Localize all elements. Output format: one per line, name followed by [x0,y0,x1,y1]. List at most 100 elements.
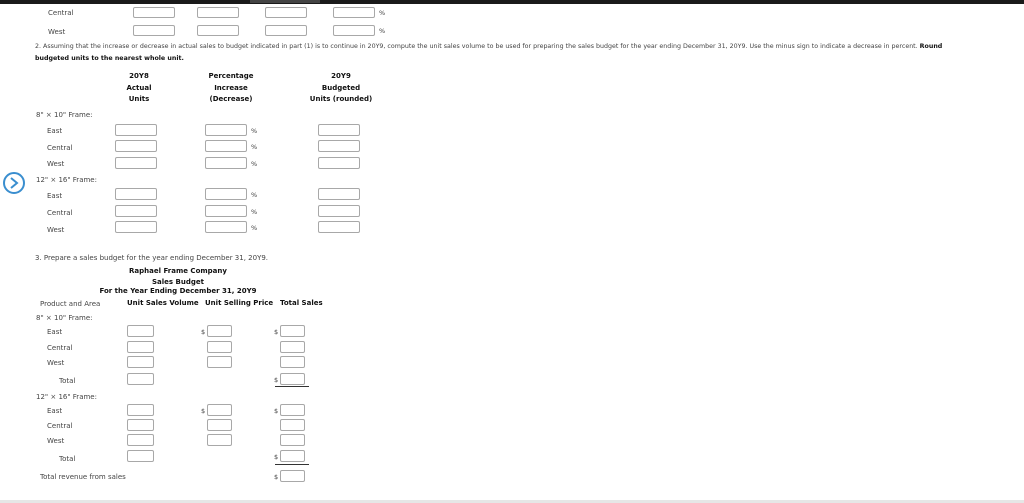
q2-12x16-central-budget-input[interactable] [318,205,360,217]
q3-8x10-east-total-input[interactable] [280,325,305,337]
q3-row-label: West [47,359,65,367]
percent-sign: % [251,160,258,168]
q3-8x10-central-total-input[interactable] [280,341,305,353]
percent-sign: % [251,127,258,135]
q1-central-diff-input[interactable] [265,7,307,18]
col-header-volume: Unit Sales Volume [127,299,199,307]
total-revenue-input[interactable] [280,470,305,482]
q3-12x16-west-total-input[interactable] [280,434,305,446]
q3-8x10-east-price-input[interactable] [207,325,232,337]
dollar-sign: $ [274,328,279,336]
report-period: For the Year Ending December 31, 20Y9 [99,287,257,295]
q1-west-diff-input[interactable] [265,25,307,36]
q2-8x10-central-pct-input[interactable] [205,140,247,152]
q3-8x10-central-volume-input[interactable] [127,341,154,353]
col-header-budget: Units (rounded) [309,95,373,103]
q2-12x16-central-pct-input[interactable] [205,205,247,217]
q3-group-label: 12" × 16" Frame: [36,393,97,401]
q3-12x16-west-price-input[interactable] [207,434,232,446]
q3-12x16-central-volume-input[interactable] [127,419,154,431]
q2-8x10-east-budget-input[interactable] [318,124,360,136]
q3-8x10-west-volume-input[interactable] [127,356,154,368]
q2-8x10-west-actual-input[interactable] [115,157,157,169]
q3-12x16-central-price-input[interactable] [207,419,232,431]
q3-total-label: Total [59,377,76,385]
q3-row-label: East [47,407,63,415]
q2-8x10-west-pct-input[interactable] [205,157,247,169]
q1-west-actual-input[interactable] [197,25,239,36]
q2-8x10-west-budget-input[interactable] [318,157,360,169]
q2-8x10-east-pct-input[interactable] [205,124,247,136]
chevron-right-icon [10,177,19,189]
q2-row-label: West [47,160,65,168]
report-title: Sales Budget [152,278,204,286]
total-underline [275,464,309,465]
q1-central-budget-input[interactable] [133,7,175,18]
col-header-total: Total Sales [280,299,323,307]
q2-12x16-east-actual-input[interactable] [115,188,157,200]
q1-west-pct-input[interactable] [333,25,375,36]
q3-8x10-east-volume-input[interactable] [127,325,154,337]
q2-8x10-east-actual-input[interactable] [115,124,157,136]
percent-sign: % [251,224,258,232]
percent-sign: % [251,208,258,216]
total-revenue-label: Total revenue from sales [40,473,126,481]
q3-row-label: West [47,437,65,445]
q3-12x16-east-price-input[interactable] [207,404,232,416]
q3-row-label: Central [47,422,73,430]
expand-nav-button[interactable] [3,172,25,194]
toolbar-tab [250,0,320,3]
q2-12x16-west-pct-input[interactable] [205,221,247,233]
col-header-actual: 20Y8 [129,72,149,80]
dollar-sign: $ [201,407,206,415]
col-header-price: Unit Selling Price [205,299,274,307]
q1-row-label: West [48,28,66,36]
q3-12x16-west-volume-input[interactable] [127,434,154,446]
q2-12x16-west-actual-input[interactable] [115,221,157,233]
dollar-sign: $ [274,453,279,461]
q2-group-label: 8" × 10" Frame: [36,111,93,119]
q3-instruction: 3. Prepare a sales budget for the year e… [35,254,269,262]
q2-instruction: 2. Assuming that the increase or decreas… [35,43,943,50]
q2-8x10-central-actual-input[interactable] [115,140,157,152]
q1-row-label: Central [48,9,74,17]
q1-central-actual-input[interactable] [197,7,239,18]
q2-12x16-east-budget-input[interactable] [318,188,360,200]
col-header-pct: Increase [214,84,248,92]
q2-row-label: Central [47,144,73,152]
q2-8x10-central-budget-input[interactable] [318,140,360,152]
percent-sign: % [379,27,386,35]
q2-row-label: West [47,226,65,234]
q3-12x16-total-sales-input[interactable] [280,450,305,462]
q3-8x10-total-volume-input[interactable] [127,373,154,385]
q3-12x16-east-volume-input[interactable] [127,404,154,416]
q2-row-label: Central [47,209,73,217]
total-underline [275,386,309,387]
percent-sign: % [379,9,386,17]
q3-12x16-east-total-input[interactable] [280,404,305,416]
q3-12x16-central-total-input[interactable] [280,419,305,431]
dollar-sign: $ [274,407,279,415]
q2-12x16-west-budget-input[interactable] [318,221,360,233]
q1-central-pct-input[interactable] [333,7,375,18]
col-header-actual: Actual [126,84,152,92]
q3-12x16-total-volume-input[interactable] [127,450,154,462]
q3-8x10-west-price-input[interactable] [207,356,232,368]
q2-12x16-central-actual-input[interactable] [115,205,157,217]
q3-8x10-central-price-input[interactable] [207,341,232,353]
q2-row-label: East [47,192,63,200]
dollar-sign: $ [274,376,279,384]
report-company: Raphael Frame Company [129,267,227,275]
dollar-sign: $ [274,473,279,481]
col-header-actual: Units [128,95,150,103]
q1-west-budget-input[interactable] [133,25,175,36]
q3-total-label: Total [59,455,76,463]
q2-group-label: 12" × 16" Frame: [36,176,97,184]
q3-group-label: 8" × 10" Frame: [36,314,93,322]
q3-8x10-total-sales-input[interactable] [280,373,305,385]
q2-row-label: East [47,127,63,135]
col-header-budget: 20Y9 [331,72,351,80]
q3-row-label: East [47,328,63,336]
q3-8x10-west-total-input[interactable] [280,356,305,368]
q2-12x16-east-pct-input[interactable] [205,188,247,200]
